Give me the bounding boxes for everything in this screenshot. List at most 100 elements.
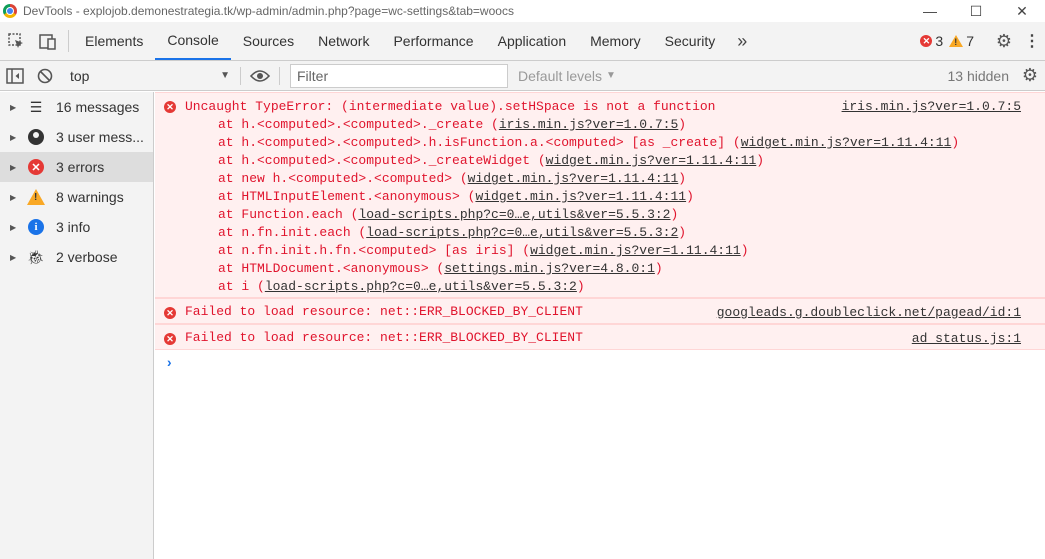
source-link[interactable]: iris.min.js?ver=1.0.7:5 [842, 99, 1021, 114]
info-icon: i [28, 219, 44, 235]
sidebar-item-user-messages[interactable]: ▶ 3 user mess... [0, 122, 153, 152]
minimize-button[interactable]: — [907, 0, 953, 22]
expand-arrow-icon[interactable]: ▶ [10, 163, 24, 172]
stack-frame-link[interactable]: load-scripts.php?c=0…e,utils&ver=5.5.3:2 [265, 279, 577, 294]
filter-input[interactable] [290, 63, 508, 88]
live-expression-eye-icon[interactable] [245, 61, 275, 91]
stack-frame: at n.fn.init.each (load-scripts.php?c=0…… [218, 225, 687, 240]
maximize-button[interactable]: ☐ [953, 0, 999, 22]
stack-frame: at i (load-scripts.php?c=0…e,utils&ver=5… [218, 279, 585, 294]
prompt-chevron-icon: › [165, 356, 174, 372]
tabbar-divider [68, 30, 69, 52]
clear-console-icon[interactable] [30, 61, 60, 91]
error-text: Failed to load resource: net::ERR_BLOCKE… [185, 330, 583, 345]
bug-icon: 🐞︎ [27, 248, 45, 265]
window-titlebar: DevTools - explojob.demonestrategia.tk/w… [0, 0, 1045, 22]
context-selector[interactable]: top ▼ [64, 65, 236, 87]
stack-frame: at HTMLDocument.<anonymous> (settings.mi… [218, 261, 663, 276]
more-options-icon[interactable]: ⋮ [1019, 31, 1045, 51]
tab-console[interactable]: Console [155, 22, 231, 60]
error-icon: ✕ [164, 101, 176, 113]
console-error-message[interactable]: ✕ Failed to load resource: net::ERR_BLOC… [155, 324, 1045, 350]
sidebar-item-label: 3 user mess... [56, 129, 144, 145]
sidebar-item-label: 3 info [56, 219, 91, 235]
error-icon: ✕ [920, 35, 933, 47]
sidebar-item-label: 2 verbose [56, 249, 118, 265]
sidebar-item-label: 8 warnings [56, 189, 124, 205]
stack-frame: at h.<computed>.<computed>._create (iris… [218, 117, 687, 132]
error-count: 3 [935, 33, 944, 49]
stack-frame-link[interactable]: widget.min.js?ver=1.11.4:11 [468, 171, 679, 186]
dropdown-arrow-icon: ▼ [220, 70, 230, 81]
console-error-message[interactable]: ✕ Failed to load resource: net::ERR_BLOC… [155, 298, 1045, 324]
source-link[interactable]: ad_status.js:1 [912, 331, 1021, 346]
stack-frame-link[interactable]: widget.min.js?ver=1.11.4:11 [741, 135, 952, 150]
tab-memory[interactable]: Memory [578, 22, 653, 60]
toolbar-divider [240, 66, 241, 85]
chrome-logo-icon [3, 4, 17, 18]
window-controls: — ☐ ✕ [907, 0, 1045, 22]
stack-frame: at HTMLInputElement.<anonymous> (widget.… [218, 189, 694, 204]
tab-sources[interactable]: Sources [231, 22, 306, 60]
hidden-count: 13 hidden [947, 67, 1009, 84]
stack-frame-link[interactable]: widget.min.js?ver=1.11.4:11 [530, 243, 741, 258]
tab-network[interactable]: Network [306, 22, 381, 60]
tab-security[interactable]: Security [653, 22, 728, 60]
stack-frame-link[interactable]: settings.min.js?ver=4.8.0:1 [444, 261, 655, 276]
stack-frame-link[interactable]: load-scripts.php?c=0…e,utils&ver=5.5.3:2 [358, 207, 670, 222]
expand-arrow-icon[interactable]: ▶ [10, 223, 24, 232]
stack-frame: at h.<computed>.<computed>.h.isFunction.… [218, 135, 960, 150]
sidebar-item-label: 3 errors [56, 159, 105, 175]
tab-application[interactable]: Application [486, 22, 579, 60]
console-error-message[interactable]: ✕ Uncaught TypeError: (intermediate valu… [155, 92, 1045, 298]
stack-frame: at h.<computed>.<computed>._createWidget… [218, 153, 765, 168]
inspect-element-icon[interactable] [0, 22, 32, 60]
tabbar-right: ✕ 3 ! 7 ⚙ ⋮ [920, 22, 1045, 60]
stack-frame-link[interactable]: widget.min.js?ver=1.11.4:11 [475, 189, 686, 204]
sidebar-item-verbose[interactable]: ▶ 🐞︎ 2 verbose [0, 242, 153, 272]
context-value: top [70, 67, 90, 84]
warning-icon: ! [949, 35, 964, 47]
sidebar-item-errors[interactable]: ▶ ✕ 3 errors [0, 152, 153, 182]
console-settings-gear-icon[interactable]: ⚙ [1015, 61, 1045, 91]
sidebar-item-warnings[interactable]: ▶ ! 8 warnings [0, 182, 153, 212]
window-title: DevTools - explojob.demonestrategia.tk/w… [23, 4, 514, 18]
tab-performance[interactable]: Performance [381, 22, 485, 60]
close-window-button[interactable]: ✕ [999, 0, 1045, 22]
stack-frame: at n.fn.init.h.fn.<computed> [as iris] (… [218, 243, 749, 258]
error-icon: ✕ [164, 333, 176, 345]
device-toolbar-icon[interactable] [32, 22, 64, 60]
expand-arrow-icon[interactable]: ▶ [10, 253, 24, 262]
stack-trace: at h.<computed>.<computed>._create (iris… [185, 117, 1021, 297]
source-link[interactable]: googleads.g.doubleclick.net/pagead/id:1 [717, 305, 1021, 320]
log-levels-dropdown[interactable]: Default levels ▼ [518, 68, 616, 84]
expand-arrow-icon[interactable]: ▶ [10, 193, 24, 202]
console-messages: ✕ Uncaught TypeError: (intermediate valu… [155, 92, 1045, 559]
sidebar-item-label: 16 messages [56, 99, 140, 115]
toolbar-divider-2 [279, 66, 280, 85]
console-sidebar: ▶ ☰ 16 messages ▶ 3 user mess... ▶ ✕ 3 e… [0, 92, 154, 559]
levels-arrow-icon: ▼ [606, 70, 616, 81]
stack-frame: at Function.each (load-scripts.php?c=0…e… [218, 207, 679, 222]
stack-frame-link[interactable]: widget.min.js?ver=1.11.4:11 [546, 153, 757, 168]
expand-arrow-icon[interactable]: ▶ [10, 133, 24, 142]
error-counter[interactable]: ✕ 3 [920, 33, 943, 49]
console-toolbar: top ▼ Default levels ▼ 13 hidden ⚙ [0, 61, 1045, 91]
devtools-tabbar: Elements Console Sources Network Perform… [0, 22, 1045, 61]
toggle-sidebar-icon[interactable] [0, 61, 30, 91]
warning-counter[interactable]: ! 7 [949, 33, 974, 49]
expand-arrow-icon[interactable]: ▶ [10, 103, 24, 112]
stack-frame-link[interactable]: load-scripts.php?c=0…e,utils&ver=5.5.3:2 [366, 225, 678, 240]
sidebar-item-info[interactable]: ▶ i 3 info [0, 212, 153, 242]
warning-icon: ! [27, 189, 45, 205]
console-prompt[interactable]: › [155, 350, 1045, 378]
tab-elements[interactable]: Elements [73, 22, 155, 60]
user-icon [28, 129, 44, 145]
sidebar-item-messages[interactable]: ▶ ☰ 16 messages [0, 92, 153, 122]
settings-gear-icon[interactable]: ⚙ [989, 31, 1019, 52]
log-levels-label: Default levels [518, 67, 603, 84]
more-tabs-button[interactable]: » [727, 22, 757, 60]
list-icon: ☰ [29, 98, 43, 115]
stack-frame-link[interactable]: iris.min.js?ver=1.0.7:5 [499, 117, 678, 132]
warning-count: 7 [966, 33, 974, 49]
